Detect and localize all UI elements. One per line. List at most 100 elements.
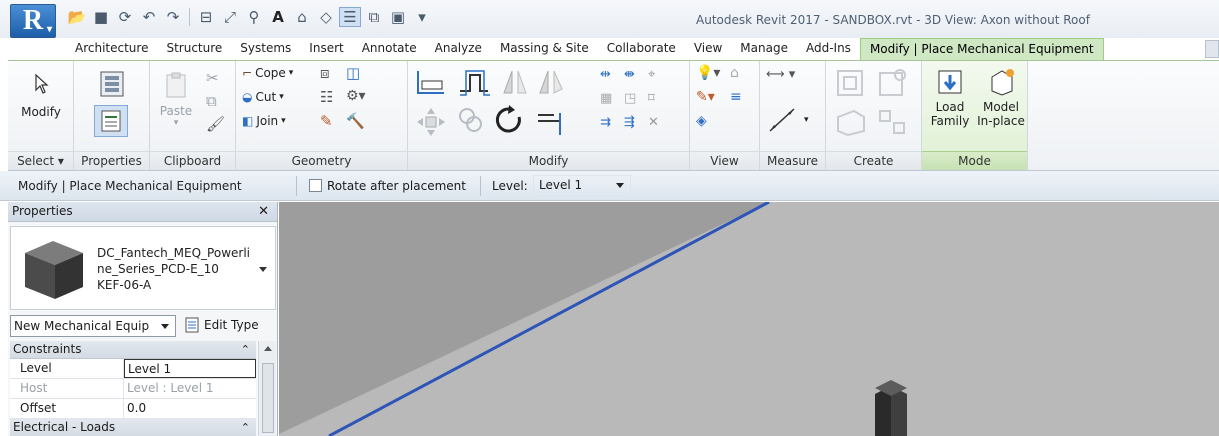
3d-view-canvas[interactable] xyxy=(279,202,1219,436)
scroll-up-icon[interactable] xyxy=(264,346,272,351)
type-name-line3: KEF-06-A xyxy=(97,278,152,292)
paste-button[interactable]: Paste ▾ xyxy=(158,71,194,128)
override-graphics-button[interactable]: ⌂ xyxy=(730,65,739,81)
create-assembly-icon[interactable] xyxy=(834,67,868,99)
join-geometry-button[interactable]: ◧ Join ▾ xyxy=(242,114,286,128)
demolish-button[interactable]: ⚙▾ xyxy=(346,88,366,104)
thin-lines-icon[interactable]: ☰ xyxy=(339,7,361,27)
match-properties-button[interactable]: 🖌 xyxy=(206,115,225,133)
linework-button[interactable]: ✎▾ xyxy=(696,89,715,105)
rotate-after-placement-label: Rotate after placement xyxy=(327,179,466,193)
hammer-icon[interactable]: 🔨 xyxy=(346,112,365,130)
split-with-gap-button[interactable]: ⇼ xyxy=(624,67,635,82)
tab-insert[interactable]: Insert xyxy=(300,38,352,60)
model-in-place-button[interactable]: Model In-place xyxy=(976,67,1026,128)
trim-extend-multiple-button[interactable]: ⇶ xyxy=(624,115,635,130)
split-face-button[interactable]: ◫ xyxy=(346,64,360,82)
tab-add-ins[interactable]: Add-Ins xyxy=(797,38,860,60)
copy-clipboard-button[interactable]: ⧉ xyxy=(206,92,217,110)
load-family-button[interactable]: Load Family xyxy=(926,67,974,128)
options-bar-context: Modify | Place Mechanical Equipment xyxy=(18,179,242,193)
group-electrical-loads[interactable]: Electrical - Loads ⌃ xyxy=(10,419,256,436)
wall-joins-button[interactable]: ⧈ xyxy=(320,64,330,82)
measure-icon[interactable]: ⊟ xyxy=(195,7,217,27)
ribbon-minimize-button[interactable] xyxy=(1205,40,1219,58)
load-family-label-line2: Family xyxy=(930,114,970,128)
switch-windows-icon[interactable]: ▣ xyxy=(387,7,409,27)
move-icon[interactable] xyxy=(414,105,448,139)
trim-extend-icon[interactable] xyxy=(534,105,566,137)
close-icon[interactable]: ✕ xyxy=(258,202,269,221)
properties-scrollbar[interactable] xyxy=(258,341,276,436)
level-dropdown[interactable]: Level 1 xyxy=(533,175,631,196)
array-button[interactable]: ▦ xyxy=(600,91,612,106)
aligned-dimension-icon[interactable] xyxy=(766,105,800,135)
mirror-draw-axis-icon[interactable] xyxy=(536,67,566,97)
scrollbar-thumb[interactable] xyxy=(262,363,274,433)
wall-profile-button[interactable]: ☷ xyxy=(320,88,333,106)
type-properties-button[interactable] xyxy=(96,69,128,102)
undo-icon[interactable]: ↶ xyxy=(138,7,160,27)
hide-in-view-button[interactable]: 💡▾ xyxy=(696,65,720,81)
unpin-button[interactable]: ⌖ xyxy=(648,67,655,82)
tab-annotate[interactable]: Annotate xyxy=(353,38,426,60)
rotate-after-placement-checkbox[interactable] xyxy=(309,179,322,192)
cope-button[interactable]: ⌐ Cope ▾ xyxy=(242,66,293,80)
offset-icon[interactable] xyxy=(456,67,492,97)
properties-toggle-button[interactable] xyxy=(94,105,128,137)
panel-modify: ⇹ ⇼ ⌖ ▦ ◳ ⌑ ⇉ ⇶ ✕ Modify xyxy=(408,61,690,170)
edit-type-button[interactable]: Edit Type xyxy=(184,317,259,333)
level-value-field[interactable]: Level 1 xyxy=(124,359,256,378)
panel-properties-title: Properties xyxy=(74,151,149,170)
offset-value-field[interactable]: 0.0 xyxy=(124,399,256,418)
tag-icon[interactable]: ⚲ xyxy=(243,7,265,27)
cut-geometry-button[interactable]: ◒ Cut ▾ xyxy=(242,90,284,104)
open-icon[interactable]: 📂 xyxy=(66,7,88,27)
tab-collaborate[interactable]: Collaborate xyxy=(598,38,685,60)
quick-access-toolbar: 📂 ■ ⟳ ↶ ↷ ⊟ ⤢ ⚲ A ⌂ ◇ ☰ ⧉ ▣ ▾ xyxy=(66,6,433,28)
dimension-icon[interactable]: ⤢ xyxy=(219,7,241,27)
create-group-icon[interactable] xyxy=(834,107,868,137)
type-selector[interactable]: DC_Fantech_MEQ_Powerli ne_Series_PCD-E_1… xyxy=(10,226,276,310)
tab-view[interactable]: View xyxy=(685,38,731,60)
tab-massing-site[interactable]: Massing & Site xyxy=(491,38,598,60)
modify-button[interactable]: Modify xyxy=(14,73,68,119)
save-icon[interactable]: ■ xyxy=(90,7,112,27)
panel-select-title[interactable]: Select ▾ xyxy=(8,151,73,170)
split-element-button[interactable]: ⇹ xyxy=(600,67,611,82)
3d-view-icon[interactable]: ⌂ xyxy=(291,7,313,27)
dimension-dropdown-icon[interactable]: ▾ xyxy=(804,115,809,125)
align-icon[interactable] xyxy=(414,67,448,97)
measure-between-button[interactable]: ⟷ ▾ xyxy=(766,67,795,82)
tab-analyze[interactable]: Analyze xyxy=(426,38,491,60)
paint-view-button[interactable]: ◈ xyxy=(696,113,707,129)
create-similar-icon[interactable] xyxy=(876,107,910,137)
section-icon[interactable]: ◇ xyxy=(315,7,337,27)
instance-filter-dropdown[interactable]: New Mechanical Equip xyxy=(10,315,176,337)
panel-clipboard-title: Clipboard xyxy=(150,151,235,170)
tab-systems[interactable]: Systems xyxy=(231,38,300,60)
create-parts-icon[interactable] xyxy=(876,67,910,99)
group-constraints[interactable]: Constraints ⌃ xyxy=(10,341,256,359)
application-menu-button[interactable]: R ▾ xyxy=(10,4,56,38)
tab-architecture[interactable]: Architecture xyxy=(66,38,157,60)
mirror-pick-axis-icon[interactable] xyxy=(500,67,530,97)
text-icon[interactable]: A xyxy=(267,7,289,27)
cut-clipboard-button[interactable]: ✂ xyxy=(206,69,219,87)
sync-icon[interactable]: ⟳ xyxy=(114,7,136,27)
cursor-arrow-icon xyxy=(35,73,49,94)
line-styles-button[interactable]: ≡ xyxy=(730,89,742,105)
trim-extend-single-button[interactable]: ⇉ xyxy=(600,115,611,130)
paint-button[interactable]: ✎ xyxy=(320,112,333,130)
customize-icon[interactable]: ▾ xyxy=(411,7,433,27)
pin-button[interactable]: ⌑ xyxy=(648,91,655,106)
close-hidden-icon[interactable]: ⧉ xyxy=(363,7,385,27)
tab-structure[interactable]: Structure xyxy=(157,38,231,60)
rotate-icon[interactable] xyxy=(492,103,526,137)
redo-icon[interactable]: ↷ xyxy=(162,7,184,27)
tab-modify-place-mechanical-equipment[interactable]: Modify | Place Mechanical Equipment xyxy=(859,38,1104,60)
copy-icon[interactable] xyxy=(456,105,486,135)
delete-button[interactable]: ✕ xyxy=(648,115,659,130)
tab-manage[interactable]: Manage xyxy=(731,38,797,60)
scale-button[interactable]: ◳ xyxy=(624,91,636,106)
